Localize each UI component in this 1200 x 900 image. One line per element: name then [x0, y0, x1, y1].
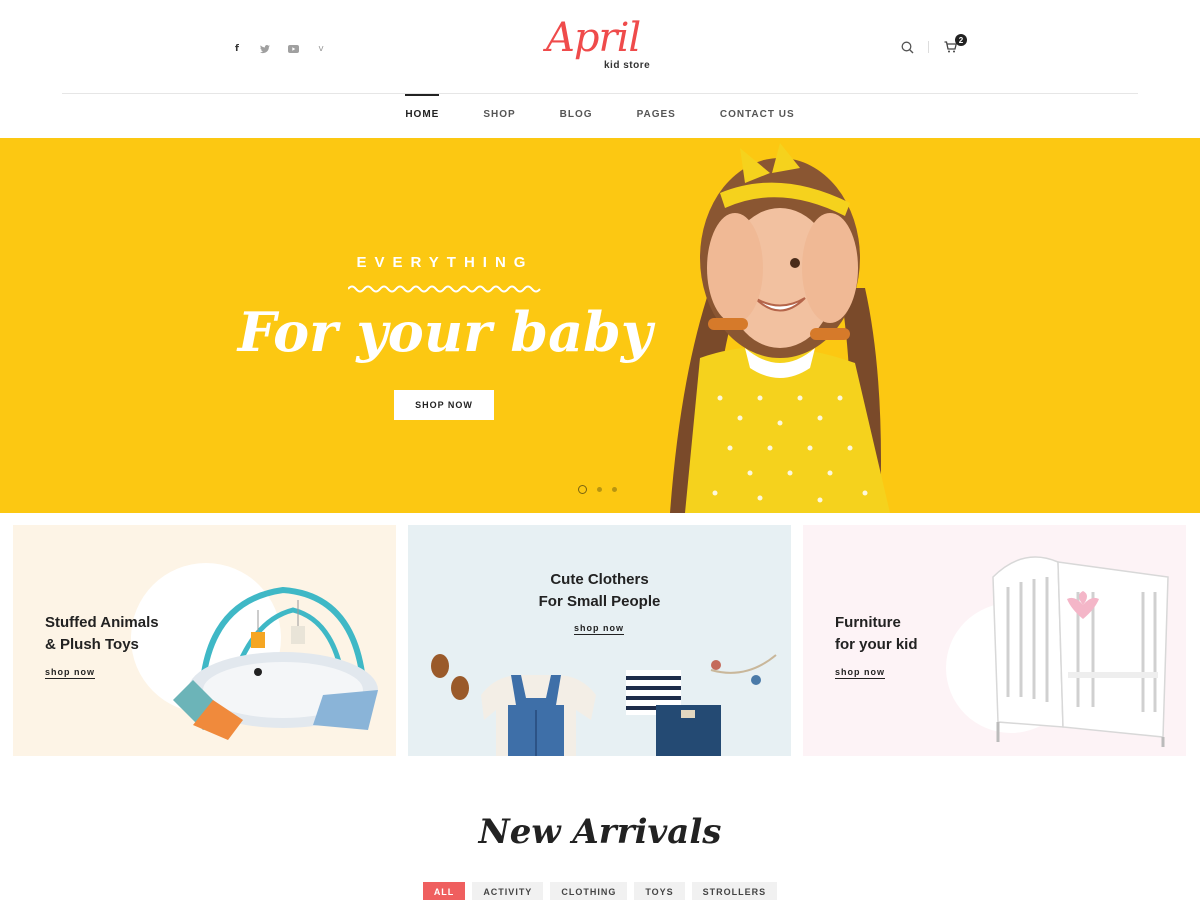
nav-item-home[interactable]: HOME [405, 94, 440, 138]
nav-item-blog[interactable]: BLOG [560, 94, 593, 138]
filter-strollers[interactable]: STROLLERS [691, 882, 778, 900]
vimeo-icon[interactable]: v [314, 42, 328, 56]
category-title: Furniture for your kid [835, 612, 918, 656]
site-header: f v April kid store 2 [0, 0, 1200, 94]
twitter-icon[interactable] [258, 42, 272, 56]
category-title: Stuffed Animals & Plush Toys [45, 612, 159, 656]
shop-now-link[interactable]: shop now [45, 667, 95, 679]
crib-image [992, 556, 1169, 747]
cart-icon [944, 41, 957, 53]
category-title: Cute Clothers For Small People [408, 569, 791, 613]
category-title-line: Stuffed Animals [45, 614, 159, 631]
slider-dot-2[interactable] [597, 487, 602, 492]
shop-now-button[interactable]: SHOP NOW [394, 390, 494, 420]
wave-divider [348, 285, 541, 293]
shop-now-link[interactable]: shop now [574, 623, 624, 635]
category-title-line: Cute Clothers [550, 571, 649, 588]
nav-item-shop[interactable]: SHOP [483, 94, 515, 138]
category-title-line: For Small People [538, 593, 661, 610]
social-links: f v [230, 42, 328, 56]
header-actions: 2 [898, 34, 967, 56]
facebook-icon[interactable]: f [230, 42, 244, 56]
search-icon[interactable] [898, 38, 916, 56]
product-filters: ALL ACTIVITY CLOTHING TOYS STROLLERS [0, 882, 1200, 900]
filter-clothing[interactable]: CLOTHING [550, 882, 628, 900]
shop-now-link[interactable]: shop now [835, 667, 885, 679]
filter-activity[interactable]: ACTIVITY [472, 882, 544, 900]
slider-dot-3[interactable] [612, 487, 617, 492]
hero-slider: EVERYTHING For your baby SHOP NOW [0, 138, 1200, 513]
category-card-clothes[interactable]: Cute Clothers For Small People shop now [408, 525, 791, 756]
logo-script: April [546, 15, 641, 61]
category-banners: Stuffed Animals & Plush Toys shop now Cu… [13, 525, 1187, 756]
header-divider [928, 41, 929, 53]
slider-dot-1[interactable] [578, 485, 587, 494]
play-mat-image [173, 586, 378, 740]
category-card-toys[interactable]: Stuffed Animals & Plush Toys shop now [13, 525, 396, 756]
category-title-line: for your kid [835, 636, 918, 653]
logo-subtitle: kid store [604, 60, 651, 71]
youtube-icon[interactable] [286, 42, 300, 56]
clothes-image [431, 654, 777, 756]
nav-item-contact-us[interactable]: CONTACT US [720, 94, 795, 138]
category-title-line: Furniture [835, 614, 901, 631]
cart-button[interactable]: 2 [941, 34, 967, 56]
filter-toys[interactable]: TOYS [634, 882, 685, 900]
filter-all[interactable]: ALL [422, 882, 466, 900]
main-nav: HOME SHOP BLOG PAGES CONTACT US [0, 94, 1200, 138]
site-logo[interactable]: April kid store [546, 16, 658, 76]
category-card-furniture[interactable]: Furniture for your kid shop now [803, 525, 1186, 756]
slider-dots [578, 485, 617, 494]
category-title-line: & Plush Toys [45, 636, 139, 653]
nav-item-pages[interactable]: PAGES [637, 94, 676, 138]
cart-count-badge: 2 [955, 34, 967, 46]
new-arrivals-title: New Arrivals [478, 812, 722, 852]
hero-girl-image [670, 143, 890, 513]
